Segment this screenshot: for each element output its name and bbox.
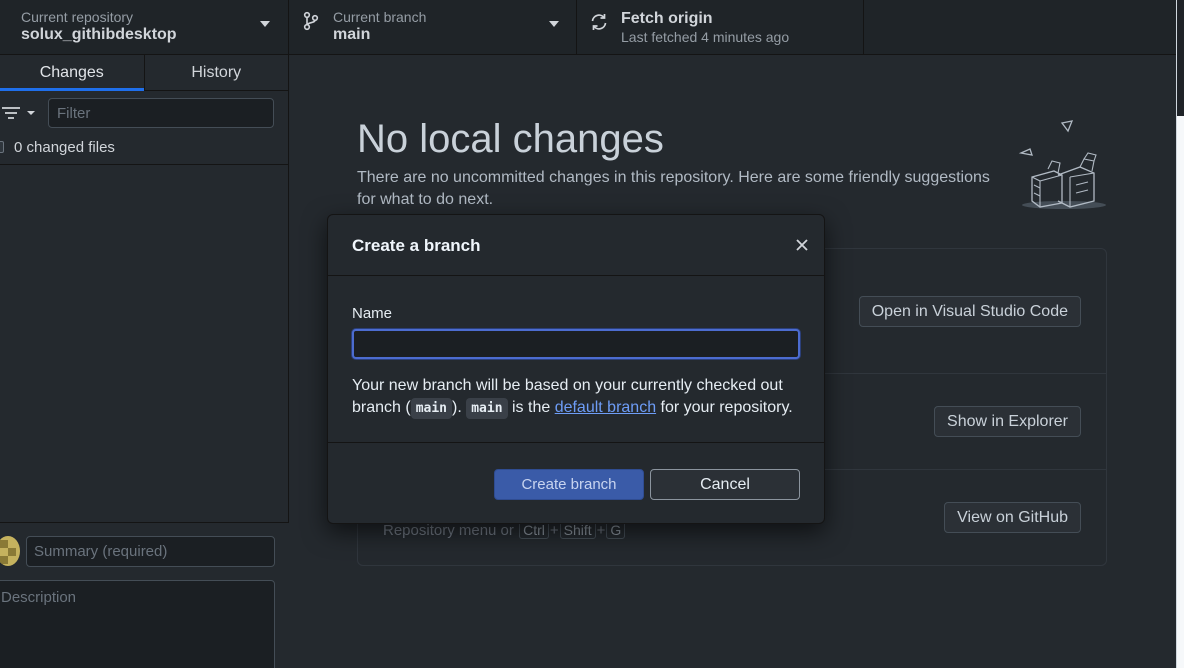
tab-changes[interactable]: Changes [0, 55, 145, 91]
dialog-header: Create a branch [328, 215, 824, 276]
create-branch-button[interactable]: Create branch [494, 469, 644, 500]
last-fetched-text: Last fetched 4 minutes ago [621, 29, 790, 45]
avatar [0, 536, 20, 566]
changed-files-header: 0 changed files [0, 133, 289, 165]
close-icon[interactable] [794, 237, 810, 253]
default-branch-link[interactable]: default branch [555, 399, 656, 416]
branch-label: Current branch [333, 9, 427, 25]
note-text: is the [507, 399, 555, 416]
commit-message-area [0, 522, 289, 668]
branch-name-input[interactable] [352, 329, 800, 359]
filter-icon [2, 107, 35, 119]
sidebar: Changes History 0 changed files [0, 55, 289, 668]
page-description: There are no uncommitted changes in this… [357, 169, 990, 208]
toolbar: Current repository solux_githibdesktop C… [0, 0, 1176, 55]
dialog-body: Name Your new branch will be based on yo… [328, 277, 824, 443]
chevron-down-icon [549, 21, 559, 27]
filter-options-button[interactable] [0, 100, 42, 126]
github-desktop-window: Current repository solux_githibdesktop C… [0, 0, 1176, 668]
default-branch-code: main [466, 398, 508, 419]
description-input[interactable] [0, 580, 275, 668]
fetch-label: Fetch origin [621, 10, 713, 27]
note-text: ). [452, 399, 467, 416]
view-on-github-button[interactable]: View on GitHub [944, 502, 1081, 533]
git-branch-icon [303, 11, 319, 31]
note-text: for your repository. [656, 399, 793, 416]
empty-state-illustration [1018, 120, 1106, 209]
filter-row [0, 98, 289, 130]
hint-text: Repository menu or [383, 522, 514, 539]
tab-history[interactable]: History [145, 55, 289, 90]
dialog-title: Create a branch [352, 236, 481, 255]
fetch-origin-button[interactable]: Fetch origin Last fetched 4 minutes ago [577, 0, 864, 54]
changed-files-count: 0 changed files [14, 139, 115, 156]
current-branch-code: main [410, 398, 453, 419]
branch-name: main [333, 26, 371, 43]
sync-icon [591, 14, 607, 30]
open-in-editor-button[interactable]: Open in Visual Studio Code [858, 296, 1081, 327]
dialog-footer: Create branch Cancel [328, 444, 824, 524]
window-edge [1176, 0, 1184, 668]
select-all-checkbox[interactable] [0, 141, 4, 153]
show-in-explorer-button[interactable]: Show in Explorer [934, 406, 1081, 437]
repository-name: solux_githibdesktop [21, 26, 177, 43]
summary-input[interactable] [26, 536, 275, 567]
current-branch-button[interactable]: Current branch main [289, 0, 577, 54]
repository-label: Current repository [21, 9, 134, 25]
sidebar-tabs: Changes History [0, 55, 288, 91]
page-title: No local changes [357, 117, 664, 161]
cancel-button[interactable]: Cancel [650, 469, 800, 500]
filter-input[interactable] [48, 98, 274, 128]
create-branch-dialog: Create a branch Name Your new branch wil… [327, 214, 825, 524]
name-label: Name [352, 305, 393, 322]
current-repository-button[interactable]: Current repository solux_githibdesktop [0, 0, 289, 54]
branch-base-note: Your new branch will be based on your cu… [352, 375, 802, 420]
chevron-down-icon [260, 21, 270, 27]
